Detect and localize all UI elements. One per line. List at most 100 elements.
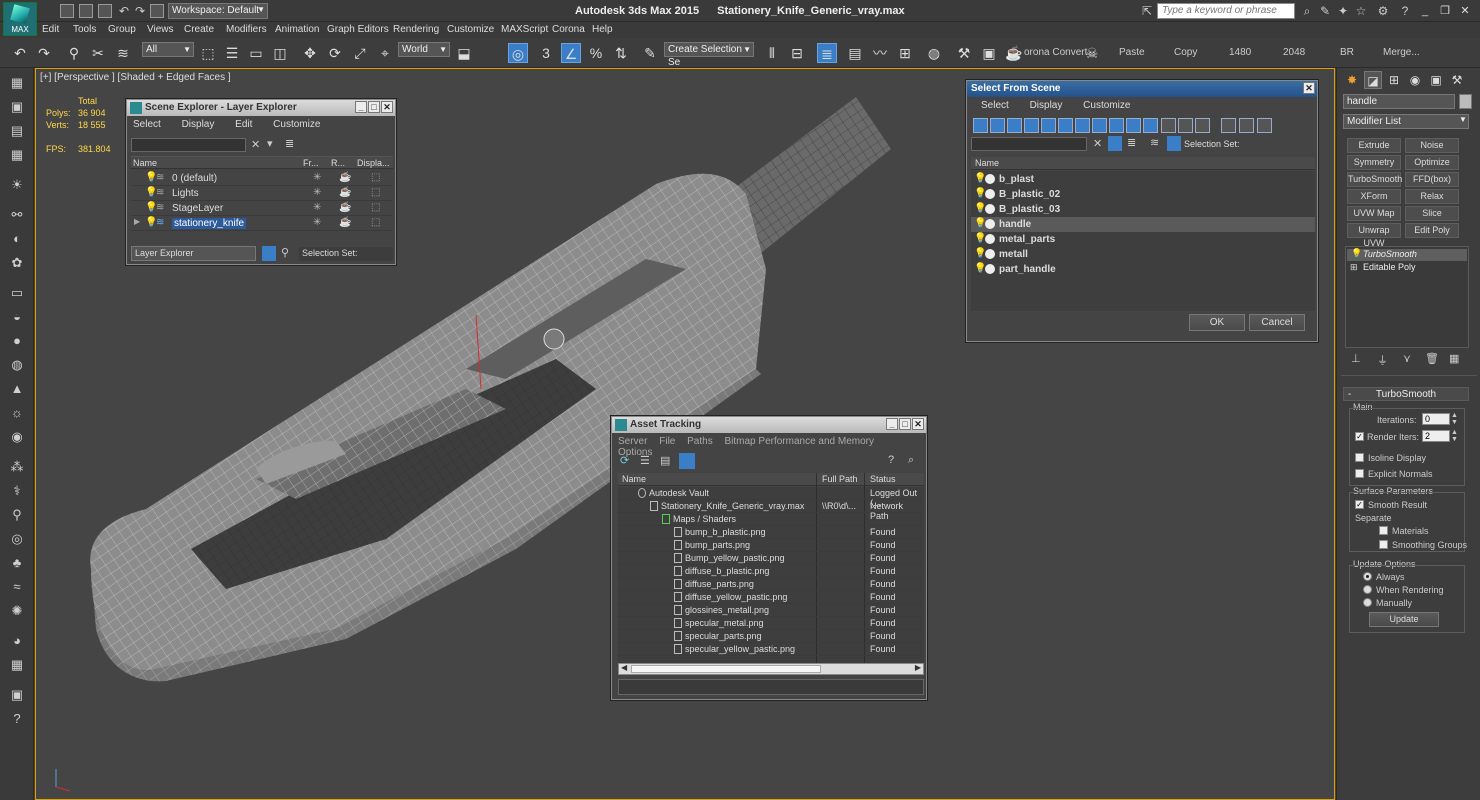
explicit-normals-checkbox[interactable] (1355, 469, 1364, 478)
freeze-icon[interactable]: ✳ (313, 172, 321, 183)
shapes-filter-icon[interactable] (990, 118, 1005, 133)
when-rendering-radio[interactable] (1363, 585, 1372, 594)
unwrap-uvw-button[interactable]: Unwrap UVW (1347, 223, 1401, 248)
column-name[interactable]: Name (622, 474, 646, 484)
menu-graph-editors[interactable]: Graph Editors (327, 24, 389, 35)
column-freeze[interactable]: Fr... (303, 158, 319, 168)
horizontal-scrollbar[interactable]: ◀ ▶ (618, 663, 924, 675)
filter-funnel-icon[interactable] (1108, 136, 1122, 151)
se-menu-display[interactable]: Display (182, 119, 215, 130)
create-tab-icon[interactable]: ✸ (1343, 71, 1361, 89)
plane-icon[interactable]: ▭ (8, 284, 26, 302)
scroll-right-icon[interactable]: ▶ (915, 663, 921, 672)
select-object-icon[interactable]: ⬚ (198, 43, 218, 63)
select-by-name-icon[interactable]: ☰ (222, 43, 242, 63)
spinner-arrows-icon[interactable]: ▲ ▼ (1451, 412, 1458, 426)
menu-rendering[interactable]: Rendering (393, 24, 439, 35)
close-button[interactable]: ✕ (912, 418, 924, 430)
optimize-button[interactable]: Optimize (1405, 155, 1459, 170)
iterations-spinner[interactable]: 0 (1422, 413, 1450, 425)
binoculars-icon[interactable]: ⌕ (1300, 4, 1314, 18)
graphite-ribbon-icon[interactable]: ▤ (845, 43, 865, 63)
help-circle-icon[interactable]: ? (8, 710, 26, 728)
menu-help[interactable]: Help (592, 24, 613, 35)
menu-corona[interactable]: Corona (552, 24, 585, 35)
object-layers-icon[interactable]: ≋ (1150, 136, 1159, 149)
box-icon[interactable]: ◒ (8, 308, 26, 326)
modifier-bulb-icon[interactable]: 💡 (1351, 248, 1362, 259)
hierarchy-icon[interactable]: ⚲ (281, 246, 289, 259)
pin-stack-icon[interactable]: ⊥ (1351, 352, 1361, 365)
object-name-input[interactable]: handle (1343, 94, 1455, 109)
layer-row[interactable]: 💡 ≋ StageLayer ✳ ☕ ⬚ (131, 201, 393, 216)
shell-icon[interactable]: ✺ (8, 602, 26, 620)
explorer-type-dropdown[interactable]: Layer Explorer (131, 246, 256, 261)
reference-coordinate-dropdown[interactable]: World (398, 42, 450, 57)
ball-icon[interactable]: ◕ (8, 632, 26, 650)
layer-row[interactable]: 💡 ≋ Lights ✳ ☕ ⬚ (131, 186, 393, 201)
project-folder-icon[interactable] (150, 4, 164, 18)
light-icon[interactable]: ☀ (8, 176, 26, 194)
column-render[interactable]: R... (331, 158, 345, 168)
link-icon[interactable]: ⚲ (64, 43, 84, 63)
selection-set-dropdown[interactable]: Selection Set: (299, 247, 393, 261)
always-radio[interactable] (1363, 572, 1372, 581)
select-move-icon[interactable]: ✥ (300, 43, 320, 63)
expand-plus-icon[interactable]: ⊞ (1350, 262, 1358, 273)
at-menu-bitmap-performance[interactable]: Bitmap Performance and Memory (725, 436, 875, 447)
render-setup-icon[interactable]: ⚒ (954, 43, 974, 63)
object-row-selected[interactable]: 💡 handle (971, 217, 1315, 232)
ok-button[interactable]: OK (1189, 314, 1245, 331)
sfs-menu-customize[interactable]: Customize (1083, 100, 1130, 111)
display-all-icon[interactable] (1161, 118, 1176, 133)
collapse-icon[interactable]: - (1348, 388, 1351, 401)
ffd-box-button[interactable]: FFD(box) (1405, 172, 1459, 187)
selection-filter-dropdown[interactable]: All (142, 42, 194, 57)
filter-icon[interactable]: ▾ (267, 137, 273, 150)
display-tab-icon[interactable]: ▣ (1427, 71, 1445, 89)
manually-radio[interactable] (1363, 598, 1372, 607)
render-teapot-icon[interactable]: ☕ (339, 202, 351, 213)
menu-edit[interactable]: Edit (42, 24, 59, 35)
menu-customize[interactable]: Customize (447, 24, 494, 35)
layers-icon[interactable]: ≣ (1127, 136, 1136, 149)
torus-icon[interactable]: ◉ (8, 428, 26, 446)
help-icon[interactable]: ? (888, 454, 894, 466)
subscription-icon[interactable]: ✎ (1318, 4, 1332, 18)
xform-button[interactable]: XForm (1347, 189, 1401, 204)
frozen-filter-icon[interactable] (1143, 118, 1158, 133)
viewport-icon[interactable]: ▣ (8, 98, 26, 116)
minimize-button[interactable]: _ (886, 418, 898, 430)
asset-row[interactable]: specular_metal.png Found (618, 617, 924, 630)
image-icon[interactable]: ▣ (8, 686, 26, 704)
width-value[interactable]: 1480 (1229, 47, 1251, 58)
materials-checkbox[interactable] (1379, 526, 1388, 535)
unlink-selection-icon[interactable]: ⚯ (8, 206, 26, 224)
minimize-button[interactable]: _ (355, 101, 367, 113)
asset-row[interactable]: Bump_yellow_pastic.png Found (618, 552, 924, 565)
sfs-menu-display[interactable]: Display (1030, 100, 1063, 111)
render-teapot-icon[interactable]: ☕ (339, 187, 351, 198)
stack-item-turbosmooth[interactable]: TurboSmooth (1347, 249, 1467, 261)
rendered-frame-window-icon[interactable]: ▣ (979, 43, 999, 63)
freeze-icon[interactable]: ✳ (313, 202, 321, 213)
path-input[interactable] (618, 679, 924, 695)
layer-row-selected[interactable]: ▶ 💡 ≋ stationery_knife ✳ ☕ ⬚ (131, 216, 393, 231)
objects-icon[interactable]: ✿ (8, 254, 26, 272)
hierarchy-tab-icon[interactable]: ⊞ (1385, 71, 1403, 89)
spinner-arrows-icon[interactable]: ▲ ▼ (1451, 429, 1458, 443)
render-iters-checkbox[interactable]: ✓ (1355, 432, 1364, 441)
uvw-map-button[interactable]: UVW Map (1347, 206, 1401, 221)
render-icon[interactable]: ▦ (8, 74, 26, 92)
layer-options-icon[interactable]: ≣ (285, 137, 294, 150)
geometry-filter-icon[interactable] (973, 118, 988, 133)
scrollbar-thumb[interactable] (631, 665, 821, 673)
curve-editor-icon[interactable]: 〰 (870, 43, 890, 63)
render-teapot-icon[interactable]: ☕ (339, 217, 351, 228)
asset-row[interactable]: diffuse_b_plastic.png Found (618, 565, 924, 578)
spinner-snap-icon[interactable]: ⇅ (611, 43, 631, 63)
scroll-left-icon[interactable]: ◀ (621, 663, 627, 672)
object-row[interactable]: 💡 B_plastic_02 (971, 187, 1315, 202)
display-box-icon[interactable]: ⬚ (371, 172, 380, 183)
material-editor-icon[interactable]: ◍ (924, 43, 944, 63)
